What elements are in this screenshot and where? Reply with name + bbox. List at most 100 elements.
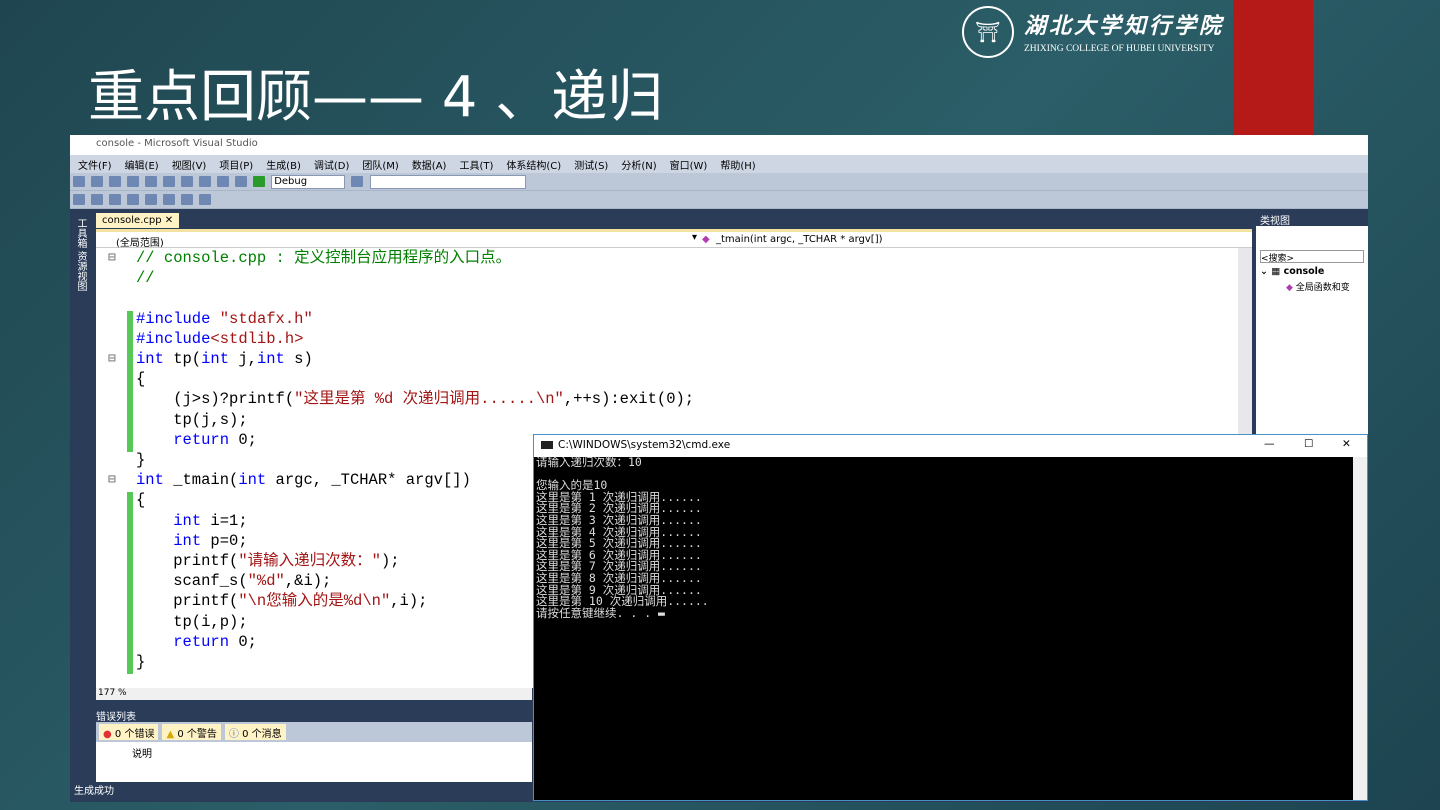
find-combo[interactable] [369, 175, 526, 189]
code-line: (j>s)?printf("这里是第 %d 次递归调用......\n",++s… [136, 390, 695, 409]
tab-console-cpp[interactable]: console.cpp ✕ [96, 213, 180, 228]
param-info-icon[interactable] [91, 194, 103, 205]
error-icon: ● [103, 729, 112, 740]
logo-cn: 湖北大学知行学院 [1024, 13, 1225, 39]
code-line: ⊟// console.cpp : 定义控制台应用程序的入口点。 [108, 249, 512, 267]
fold-toggle-icon[interactable]: ⊟ [108, 248, 116, 268]
changed-lines-marker [127, 311, 133, 452]
error-list-filters: ● 0 个错误 ▲ 0 个警告 ⓘ 0 个消息 [96, 722, 532, 742]
toolbar-text-editor [70, 191, 1368, 209]
vs-titlebar: console - Microsoft Visual Studio [70, 135, 1368, 155]
code-line: tp(j,s); [136, 410, 248, 429]
tree-child-label: 全局函数和变 [1295, 283, 1350, 293]
save-icon[interactable] [127, 176, 139, 187]
messages-count: 0 个消息 [242, 729, 282, 740]
cmd-scrollbar[interactable] [1353, 457, 1367, 800]
undo-icon[interactable] [217, 176, 229, 187]
find-icon[interactable] [351, 176, 364, 187]
warnings-filter[interactable]: ▲ 0 个警告 [162, 724, 221, 740]
global-icon: ◆ [1286, 283, 1293, 293]
accent-bar [1233, 0, 1313, 135]
menu-item[interactable]: 窗口(W) [670, 157, 708, 172]
seal-icon: ⛩ [962, 6, 1014, 58]
cmd-window[interactable]: C:\WINDOWS\system32\cmd.exe — ☐ ✕ 请输入递归次… [533, 434, 1368, 801]
start-debug-icon[interactable] [253, 176, 265, 187]
menu-item[interactable]: 视图(V) [172, 157, 207, 172]
classview-header: 类视图 [1256, 210, 1368, 227]
menu-item[interactable]: 工具(T) [459, 157, 493, 172]
add-item-icon[interactable] [91, 176, 103, 187]
error-list-title: 错误列表 [96, 712, 136, 723]
code-line: { [136, 370, 146, 389]
cmd-icon [541, 441, 553, 449]
code-line: // [136, 269, 155, 288]
copy-icon[interactable] [181, 176, 193, 187]
maximize-button[interactable]: ☐ [1304, 438, 1313, 450]
indent-icon[interactable] [127, 194, 139, 205]
save-all-icon[interactable] [145, 176, 157, 187]
classview-search[interactable]: <搜索> [1260, 250, 1364, 264]
comment-icon[interactable] [163, 194, 175, 205]
minimize-button[interactable]: — [1264, 438, 1275, 450]
code-line: ⊟ int tp(int j,int s) [108, 350, 313, 369]
fold-toggle-icon[interactable]: ⊟ [108, 470, 116, 490]
slide-title: 重点回顾—— 4 、递归 [88, 65, 664, 130]
redo-icon[interactable] [235, 176, 247, 187]
cmd-title: C:\WINDOWS\system32\cmd.exe [558, 439, 731, 451]
navigation-bar: (全局范围) ▾ ◆ _tmain(int argc, _TCHAR * arg… [96, 232, 1252, 249]
open-icon[interactable] [109, 176, 121, 187]
chevron-down-icon[interactable]: ▾ [692, 232, 697, 243]
menu-item[interactable]: 团队(M) [362, 157, 398, 172]
cmd-titlebar: C:\WINDOWS\system32\cmd.exe — ☐ ✕ [534, 435, 1367, 457]
menu-item[interactable]: 测试(S) [574, 157, 608, 172]
fold-toggle-icon[interactable]: ⊟ [108, 349, 116, 369]
tree-child[interactable]: ◆ 全局函数和变 [1286, 280, 1350, 293]
menu-item[interactable]: 调试(D) [314, 157, 350, 172]
function-dropdown[interactable]: _tmain(int argc, _TCHAR * argv[]) [716, 234, 883, 245]
tree-root-label: console [1283, 266, 1325, 277]
error-list-table: 说明 [96, 742, 532, 782]
window-title: console - Microsoft Visual Studio [96, 138, 258, 149]
warning-icon: ▲ [166, 729, 175, 740]
new-project-icon[interactable] [73, 176, 85, 187]
list-members-icon[interactable] [73, 194, 85, 205]
code-line: #include "stdafx.h" [136, 309, 313, 328]
toolbox-sidebar[interactable]: 工具箱 资源视图 [70, 210, 94, 802]
function-icon: ◆ [702, 234, 710, 245]
menu-item[interactable]: 分析(N) [621, 157, 656, 172]
close-button[interactable]: ✕ [1342, 438, 1351, 450]
menu-item[interactable]: 文件(F) [78, 157, 112, 172]
logo-en: ZHIXING COLLEGE OF HUBEI UNIVERSITY [1024, 44, 1215, 54]
scope-dropdown[interactable]: (全局范围) [116, 234, 164, 249]
menu-item[interactable]: 编辑(E) [125, 157, 159, 172]
menu-item[interactable]: 项目(P) [219, 157, 253, 172]
tree-root[interactable]: ⌄ ▦ console [1260, 266, 1324, 277]
tab-label: console.cpp [102, 215, 162, 226]
messages-filter[interactable]: ⓘ 0 个消息 [224, 724, 286, 740]
errors-filter[interactable]: ● 0 个错误 [99, 724, 159, 740]
menu-item[interactable]: 帮助(H) [720, 157, 755, 172]
status-bar: 生成成功 [74, 786, 114, 797]
config-select[interactable]: Debug [271, 175, 346, 189]
menu-item[interactable]: 体系结构(C) [506, 157, 561, 172]
menu-item[interactable]: 数据(A) [412, 157, 447, 172]
college-logo: ⛩ 湖北大学知行学院 ZHIXING COLLEGE OF HUBEI UNIV… [962, 6, 1227, 62]
menu-item[interactable]: 生成(B) [266, 157, 301, 172]
toolbar-standard: Debug [70, 173, 1368, 191]
close-icon[interactable]: ✕ [165, 215, 173, 226]
bookmark-icon[interactable] [199, 194, 211, 205]
code-line: #include<stdlib.h> [136, 329, 304, 348]
warnings-count: 0 个警告 [177, 729, 217, 740]
console-output: 请输入递归次数：10 您输入的是10 这里是第 1 次递归调用...... 这里… [536, 455, 709, 620]
column-description[interactable]: 说明 [132, 749, 152, 760]
cut-icon[interactable] [163, 176, 175, 187]
zoom-level[interactable]: 177 % [96, 688, 532, 700]
errors-count: 0 个错误 [114, 729, 155, 740]
changed-lines-marker [127, 492, 133, 674]
uncomment-icon[interactable] [181, 194, 193, 205]
quick-info-icon[interactable] [109, 194, 121, 205]
outdent-icon[interactable] [145, 194, 157, 205]
paste-icon[interactable] [199, 176, 211, 187]
menu-bar: 文件(F) 编辑(E) 视图(V) 项目(P) 生成(B) 调试(D) 团队(M) 数据(A)… [70, 155, 1368, 173]
